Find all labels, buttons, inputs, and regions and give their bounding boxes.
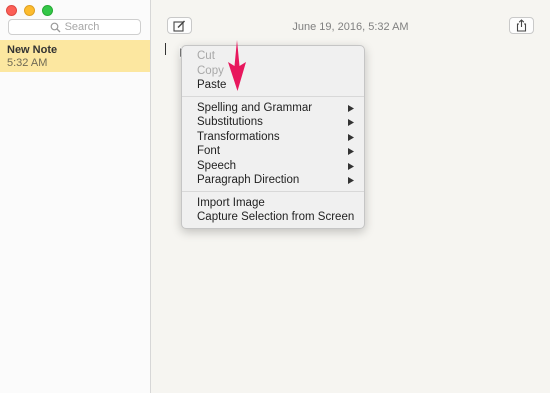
- note-time: 5:32 AM: [7, 57, 48, 69]
- search-input[interactable]: Search: [8, 19, 141, 35]
- close-button[interactable]: [6, 5, 17, 16]
- share-button[interactable]: [509, 17, 534, 34]
- submenu-arrow-icon: [348, 148, 354, 155]
- menu-item-label: Substitutions: [197, 116, 263, 128]
- menu-item-import-image[interactable]: Import Image: [182, 196, 364, 211]
- menu-item-label: Font: [197, 145, 221, 157]
- menu-item-label: Copy: [197, 64, 224, 77]
- menu-item-copy[interactable]: Copy: [182, 64, 364, 79]
- note-list-item[interactable]: New Note 5:32 AM: [0, 40, 150, 72]
- note-date: June 19, 2016, 5:32 AM: [292, 21, 409, 33]
- menu-item-cut[interactable]: Cut: [182, 49, 364, 64]
- search-icon: [50, 22, 61, 32]
- menu-item-label: Cut: [197, 50, 215, 62]
- minimize-button[interactable]: [24, 5, 35, 16]
- share-icon: [516, 19, 527, 32]
- submenu-arrow-icon: [348, 104, 354, 112]
- note-title: New Note: [7, 44, 58, 56]
- menu-item-paragraph-direction[interactable]: Paragraph Direction: [182, 173, 364, 188]
- menu-item-label: Spelling and Grammar: [197, 101, 313, 114]
- menu-separator: [182, 96, 364, 97]
- menu-item-label: Import Image: [197, 196, 265, 209]
- menu-item-speech[interactable]: Speech: [182, 159, 364, 174]
- menu-item-transformations[interactable]: Transformations: [182, 130, 364, 145]
- submenu-arrow-icon: [348, 162, 354, 170]
- menu-item-font[interactable]: Font: [182, 144, 364, 159]
- submenu-arrow-icon: [348, 119, 354, 126]
- search-placeholder: Search: [64, 21, 100, 33]
- sidebar: Search New Note 5:32 AM: [0, 0, 151, 393]
- submenu-arrow-icon: [348, 133, 354, 141]
- menu-item-label: Paste: [197, 79, 227, 91]
- context-menu: Cut Copy Paste Spelling and Grammar Subs…: [181, 45, 365, 229]
- menu-item-label: Speech: [197, 159, 237, 172]
- menu-separator: [182, 191, 364, 192]
- menu-item-label: Capture Selection from Screen: [197, 211, 355, 223]
- zoom-button[interactable]: [42, 5, 53, 16]
- annotation-arrow-icon: [228, 40, 246, 91]
- menu-item-capture-selection[interactable]: Capture Selection from Screen: [182, 210, 364, 225]
- text-caret: [165, 43, 166, 55]
- menu-item-label: Paragraph Direction: [197, 174, 300, 186]
- menu-item-spelling-and-grammar[interactable]: Spelling and Grammar: [182, 101, 364, 116]
- menu-item-paste[interactable]: Paste: [182, 78, 364, 93]
- menu-item-substitutions[interactable]: Substitutions: [182, 115, 364, 130]
- window-controls: [6, 5, 53, 16]
- submenu-arrow-icon: [348, 177, 354, 184]
- menu-item-label: Transformations: [197, 130, 280, 143]
